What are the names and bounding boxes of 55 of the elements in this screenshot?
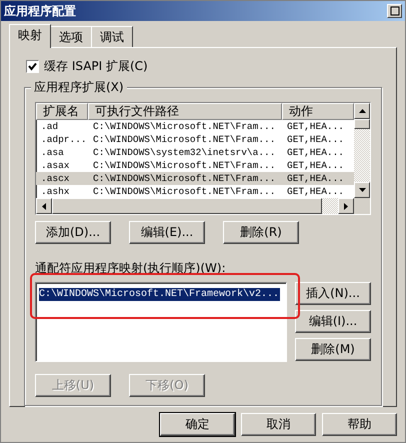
- wildcard-label: 通配符应用程序映射(执行顺序)(W):: [35, 260, 227, 277]
- window-icon: [390, 6, 400, 16]
- table-cell-text: GET,HEA...: [286, 172, 346, 185]
- checkbox-label: 缓存 ISAPI 扩展(C): [44, 58, 148, 75]
- column-header[interactable]: 可执行文件路径: [88, 103, 282, 120]
- list-action-button[interactable]: 添加(D)...: [35, 221, 111, 244]
- list-row[interactable]: .ascx C:\WINDOWS\Microsoft.NET\Fram... GET,HEA...: [36, 172, 354, 185]
- table-cell-text: GET,HEA...: [286, 159, 346, 172]
- dialog-button[interactable]: 帮助: [322, 413, 397, 436]
- list-action-button[interactable]: 删除(R): [223, 221, 299, 244]
- checkbox[interactable]: [26, 60, 39, 73]
- column-header[interactable]: 动作: [282, 103, 354, 120]
- table-cell-text: GET,HEA...: [286, 133, 346, 146]
- table-cell-text: .adpr...: [40, 133, 88, 146]
- dialog-button[interactable]: 确定: [160, 413, 235, 436]
- scrollbar-corner: [354, 198, 370, 214]
- left-arrow-icon: [42, 202, 46, 210]
- scrollbar-thumb[interactable]: [354, 119, 370, 129]
- table-cell-text: .ascx: [40, 172, 71, 185]
- horizontal-scrollbar[interactable]: [36, 198, 370, 214]
- list-item[interactable]: C:\WINDOWS\Microsoft.NET\Framework\v2...: [39, 288, 280, 301]
- tab[interactable]: 调试: [91, 26, 133, 47]
- table-cell-text: .asa: [40, 146, 65, 159]
- list-row[interactable]: .asax C:\WINDOWS\Microsoft.NET\Fram... GET,HEA...: [36, 159, 354, 172]
- table-cell-text: C:\WINDOWS\Microsoft.NET\Fram...: [92, 159, 276, 172]
- table-cell-text: C:\WINDOWS\Microsoft.NET\Fram...: [92, 185, 276, 198]
- table-cell-text: C:\WINDOWS\system32\inetsrv\a...: [92, 146, 276, 159]
- wildcard-action-button[interactable]: 删除(M): [295, 338, 371, 361]
- table-cell-text: GET,HEA...: [286, 146, 346, 159]
- table-cell-text: C:\WINDOWS\Microsoft.NET\Fram...: [92, 133, 276, 146]
- list-action-button[interactable]: 编辑(E)...: [129, 221, 205, 244]
- title-bar-button[interactable]: [387, 4, 402, 18]
- list-row[interactable]: .ashx C:\WINDOWS\Microsoft.NET\Fram... GET,HEA...: [36, 185, 354, 198]
- list-row[interactable]: .adpr... C:\WINDOWS\Microsoft.NET\Fram... GET,HEA...: [36, 133, 354, 146]
- scrollbar-thumb[interactable]: [52, 198, 322, 214]
- list-row[interactable]: .ad C:\WINDOWS\Microsoft.NET\Fram... GET,HEA...: [36, 120, 354, 133]
- table-cell-text: C:\WINDOWS\Microsoft.NET\Fram...: [92, 172, 276, 185]
- group-title: 应用程序扩展(X): [31, 79, 127, 96]
- wildcard-action-button[interactable]: 插入(N)...: [295, 282, 371, 305]
- dialog-button[interactable]: 取消: [241, 413, 316, 436]
- table-cell-text: .ad: [40, 120, 60, 133]
- up-arrow-icon: [358, 109, 366, 113]
- down-arrow-icon: [358, 188, 366, 192]
- tab[interactable]: 映射: [9, 24, 51, 48]
- table-cell-text: .asax: [40, 159, 71, 172]
- column-header[interactable]: 扩展名: [36, 103, 88, 120]
- vertical-scrollbar[interactable]: [354, 103, 370, 198]
- table-cell-text: GET,HEA...: [286, 120, 346, 133]
- table-cell-text: GET,HEA...: [286, 185, 346, 198]
- window-title: 应用程序配置: [4, 2, 76, 20]
- table-cell-text: .ashx: [40, 185, 71, 198]
- wildcard-action-button[interactable]: 编辑(I)...: [295, 310, 371, 333]
- right-arrow-icon: [344, 202, 348, 210]
- list-row[interactable]: .asa C:\WINDOWS\system32\inetsrv\a... GET,HEA...: [36, 146, 354, 159]
- table-cell-text: C:\WINDOWS\Microsoft.NET\Fram...: [92, 120, 276, 133]
